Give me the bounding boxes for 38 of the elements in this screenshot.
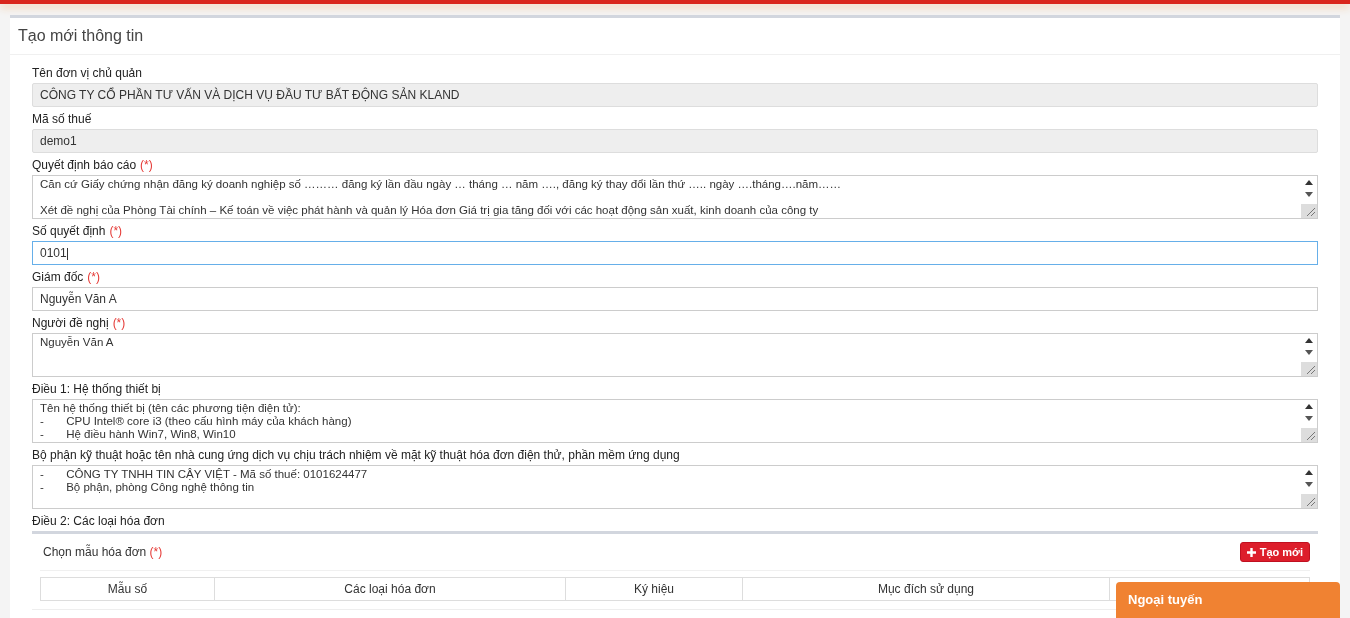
required-mark: (*) (140, 158, 153, 172)
textarea-field[interactable] (32, 175, 1318, 219)
create-button[interactable]: Tạo mới (1239, 542, 1310, 562)
textarea-text-line: Căn cứ Giấy chứng nhận đăng ký doanh nghiệp số ……… đăng ký lần đầu ngày … tháng … năm …., đăng ký thay đổi lần thứ ….. ngày ….tháng….năm…… (40, 178, 843, 191)
field-label: Mã số thuế (32, 111, 93, 127)
field-label: Bộ phận kỹ thuật hoặc tên nhà cung ứng dịch vụ chịu trách nhiệm về mặt kỹ thuật hóa đơn điện thử, phần mềm ứng dụng (32, 447, 681, 463)
readonly-field[interactable]: demo1 (32, 129, 1318, 153)
required-mark: (*) (109, 224, 123, 238)
input-field[interactable]: Nguyễn Văn A (32, 287, 1318, 311)
textarea-text-line: - Hệ điều hành Win7, Win8, Win10 (40, 428, 237, 441)
table-header-cell: Ký hiệu (566, 578, 743, 600)
field-label: Số quyết định (*) (32, 223, 124, 239)
field-label: Quyết định báo cáo (*) (32, 157, 154, 173)
plus-icon (1246, 547, 1256, 557)
field-label: Chọn mẫu hóa đơn (*) (42, 545, 163, 559)
required-mark: (*) (149, 545, 163, 559)
table-header-cell: Các loại hóa đơn (215, 578, 566, 600)
page-title: Tạo mới thông tin (10, 18, 1340, 55)
textarea-text-line: Tên hệ thống thiết bị (tên các phương tiện điện tử): (40, 402, 302, 415)
table-header-cell: Mẫu số (41, 578, 215, 600)
field-label: Người đề nghị (*) (32, 315, 127, 331)
field-label: Giám đốc (*) (32, 269, 102, 285)
textarea-text-line: - Bộ phận, phòng Công nghệ thông tin (40, 481, 256, 494)
input-field[interactable]: 0101 (32, 241, 1318, 265)
textarea-field[interactable]: Tên hệ thống thiết bị (tên các phương tiện điện tử): - CPU Intel® core i3 (theo cấu hình máy của khách hàng) - Hệ điều hành Win7, Win8, Win10 (32, 399, 1318, 443)
textarea-field[interactable]: Nguyễn Văn A (32, 333, 1318, 377)
textarea-field[interactable]: - CÔNG TY TNHH TIN CẬY VIỆT - Mã số thuế: 0101624477 - Bộ phận, phòng Công nghệ thông tin (32, 465, 1318, 509)
table-header-cell: Mục đích sử dụng (743, 578, 1110, 600)
textarea-text-line: Xét đề nghị của Phòng Tài chính – Kế toán về việc phát hành và quản lý Hóa đơn Giá trị gia tăng đối với các hoạt động sản xuất, kinh doanh của công ty (40, 204, 820, 217)
field-label: Tên đơn vị chủ quản (32, 65, 143, 81)
textarea-text-line: - CPU Intel® core i3 (theo cấu hình máy của khách hàng) (40, 415, 353, 428)
required-mark: (*) (112, 316, 126, 330)
required-mark: (*) (87, 270, 101, 284)
textarea-text-line: - CÔNG TY TNHH TIN CẬY VIỆT - Mã số thuế: 0101624477 (40, 468, 369, 481)
section-label: Điều 2: Các loại hóa đơn (32, 513, 166, 529)
textarea-text-line: Nguyễn Văn A (40, 336, 115, 349)
field-label: Điều 1: Hệ thống thiết bị (32, 381, 162, 397)
readonly-field[interactable]: CÔNG TY CỔ PHẦN TƯ VẤN VÀ DỊCH VỤ ĐẦU TƯ BẤT ĐỘNG SẢN KLAND (32, 83, 1318, 107)
